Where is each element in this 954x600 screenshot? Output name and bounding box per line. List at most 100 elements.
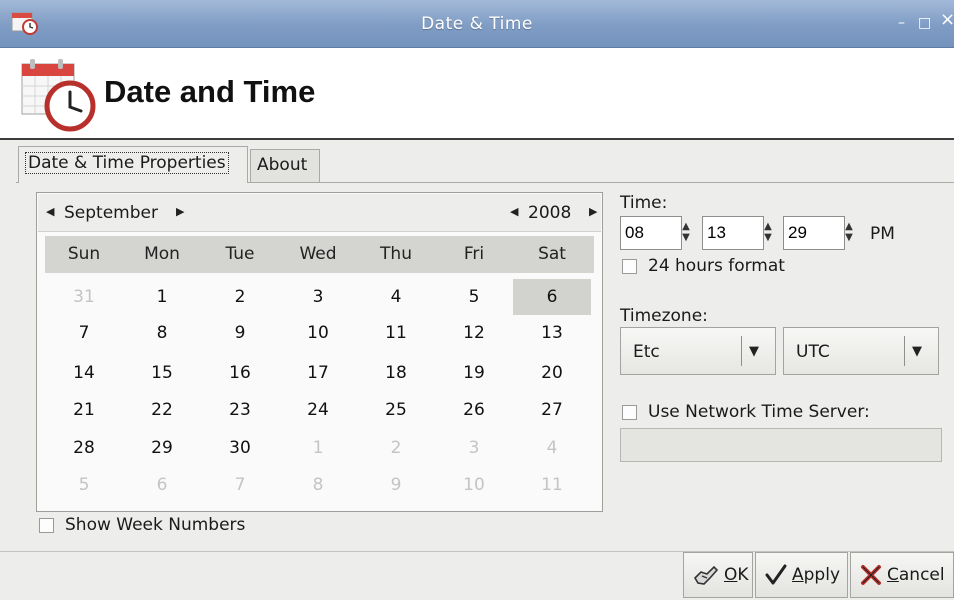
dialog-header: Date and Time bbox=[0, 48, 954, 140]
ok-label: OK bbox=[724, 565, 749, 585]
tab-about[interactable]: About bbox=[250, 149, 320, 182]
day-cell-other-month[interactable]: 8 bbox=[279, 467, 357, 503]
day-cell[interactable]: 25 bbox=[357, 392, 435, 428]
apply-label: Apply bbox=[792, 565, 841, 585]
day-cell[interactable]: 29 bbox=[123, 430, 201, 466]
day-cell-other-month[interactable]: 4 bbox=[513, 430, 591, 466]
day-cell[interactable]: 7 bbox=[45, 315, 123, 351]
network-time-server-input[interactable] bbox=[620, 428, 942, 462]
minute-spinbox[interactable] bbox=[702, 216, 764, 250]
tab-label: About bbox=[257, 155, 308, 175]
tab-date-time-properties[interactable]: Date & Time Properties bbox=[18, 146, 248, 183]
weekday-wed: Wed bbox=[299, 244, 337, 264]
cancel-x-icon bbox=[861, 565, 881, 585]
day-cell[interactable]: 4 bbox=[357, 279, 435, 315]
day-cell-other-month[interactable]: 5 bbox=[45, 467, 123, 503]
calendar[interactable]: ◀ September ▶ ◀ 2008 ▶ Sun Mon Tue Wed Thu Fr… bbox=[36, 192, 603, 512]
prev-year-icon[interactable]: ◀ bbox=[510, 205, 518, 218]
window-title: Date & Time bbox=[421, 14, 533, 34]
chevron-down-icon: ▼ bbox=[912, 344, 922, 359]
ok-hand-icon bbox=[693, 565, 719, 585]
day-cell[interactable]: 26 bbox=[435, 392, 513, 428]
prev-month-icon[interactable]: ◀ bbox=[46, 205, 54, 218]
calendar-navigation: ◀ September ▶ ◀ 2008 ▶ bbox=[38, 194, 601, 232]
timezone-region-value: Etc bbox=[633, 342, 660, 362]
second-spin-arrows-icon[interactable]: ▲ ▼ bbox=[841, 216, 857, 250]
day-cell-other-month[interactable]: 31 bbox=[45, 279, 123, 315]
day-cell[interactable]: 6 bbox=[513, 279, 591, 315]
weekday-fri: Fri bbox=[463, 244, 485, 264]
day-cell[interactable]: 1 bbox=[123, 279, 201, 315]
timezone-region-select[interactable]: Etc ▼ bbox=[620, 327, 776, 375]
day-cell[interactable]: 11 bbox=[357, 315, 435, 351]
day-cell-other-month[interactable]: 7 bbox=[201, 467, 279, 503]
hour-spin-arrows-icon[interactable]: ▲ ▼ bbox=[678, 216, 694, 250]
title-bar[interactable]: Date & Time – □ × bbox=[0, 0, 954, 48]
24-hours-format-checkbox[interactable] bbox=[622, 259, 637, 274]
day-cell[interactable]: 8 bbox=[123, 315, 201, 351]
day-cell-other-month[interactable]: 1 bbox=[279, 430, 357, 466]
show-week-numbers-checkbox[interactable] bbox=[39, 518, 54, 533]
cancel-button[interactable]: Cancel bbox=[850, 552, 954, 598]
day-cell-other-month[interactable]: 3 bbox=[435, 430, 513, 466]
use-network-time-label: Use Network Time Server: bbox=[648, 402, 870, 422]
maximize-icon[interactable]: □ bbox=[918, 16, 931, 30]
weekday-thu: Thu bbox=[380, 244, 412, 264]
day-cell[interactable]: 19 bbox=[435, 355, 513, 391]
month-label: September bbox=[64, 203, 158, 223]
day-cell-other-month[interactable]: 11 bbox=[513, 467, 591, 503]
apply-button[interactable]: Apply bbox=[755, 552, 848, 598]
day-cell[interactable]: 21 bbox=[45, 392, 123, 428]
next-year-icon[interactable]: ▶ bbox=[589, 205, 597, 218]
ok-button[interactable]: OK bbox=[683, 552, 753, 598]
day-cell[interactable]: 14 bbox=[45, 355, 123, 391]
minimize-icon[interactable]: – bbox=[898, 16, 905, 30]
hour-spinbox[interactable] bbox=[620, 216, 682, 250]
day-cell-other-month[interactable]: 2 bbox=[357, 430, 435, 466]
cancel-label: Cancel bbox=[887, 565, 945, 585]
day-cell[interactable]: 30 bbox=[201, 430, 279, 466]
day-cell[interactable]: 10 bbox=[279, 315, 357, 351]
weekday-mon: Mon bbox=[144, 244, 180, 264]
tab-label: Date & Time Properties bbox=[25, 152, 229, 174]
day-cell[interactable]: 17 bbox=[279, 355, 357, 391]
24-hours-format-label: 24 hours format bbox=[648, 256, 785, 276]
date-time-icon bbox=[21, 59, 96, 132]
day-cell[interactable]: 28 bbox=[45, 430, 123, 466]
timezone-label: Timezone: bbox=[620, 306, 708, 326]
day-cell[interactable]: 24 bbox=[279, 392, 357, 428]
weekday-sun: Sun bbox=[67, 244, 101, 264]
show-week-numbers-label: Show Week Numbers bbox=[65, 515, 246, 535]
day-cell[interactable]: 3 bbox=[279, 279, 357, 315]
day-cell-other-month[interactable]: 9 bbox=[357, 467, 435, 503]
day-cell[interactable]: 5 bbox=[435, 279, 513, 315]
minute-spin-arrows-icon[interactable]: ▲ ▼ bbox=[760, 216, 776, 250]
weekday-tue: Tue bbox=[225, 244, 255, 264]
page-title: Date and Time bbox=[104, 74, 316, 109]
day-cell[interactable]: 18 bbox=[357, 355, 435, 391]
day-cell-other-month[interactable]: 6 bbox=[123, 467, 201, 503]
day-cell[interactable]: 15 bbox=[123, 355, 201, 391]
day-cell[interactable]: 16 bbox=[201, 355, 279, 391]
day-cell[interactable]: 22 bbox=[123, 392, 201, 428]
weekday-sat: Sat bbox=[538, 244, 566, 264]
day-cell[interactable]: 23 bbox=[201, 392, 279, 428]
day-cell[interactable]: 12 bbox=[435, 315, 513, 351]
weekday-header: Sun Mon Tue Wed Thu Fri Sat bbox=[45, 236, 594, 273]
day-cell[interactable]: 2 bbox=[201, 279, 279, 315]
time-label: Time: bbox=[620, 193, 668, 213]
use-network-time-checkbox[interactable] bbox=[622, 405, 637, 420]
close-icon[interactable]: × bbox=[940, 11, 954, 29]
day-cell-other-month[interactable]: 10 bbox=[435, 467, 513, 503]
day-cell[interactable]: 9 bbox=[201, 315, 279, 351]
chevron-down-icon: ▼ bbox=[749, 344, 759, 359]
second-spinbox[interactable] bbox=[783, 216, 845, 250]
timezone-zone-select[interactable]: UTC ▼ bbox=[783, 327, 939, 375]
day-cell[interactable]: 13 bbox=[513, 315, 591, 351]
checkmark-icon bbox=[765, 564, 787, 585]
ampm-label: PM bbox=[870, 224, 895, 244]
next-month-icon[interactable]: ▶ bbox=[176, 205, 184, 218]
day-cell[interactable]: 27 bbox=[513, 392, 591, 428]
year-label: 2008 bbox=[528, 203, 572, 223]
day-cell[interactable]: 20 bbox=[513, 355, 591, 391]
